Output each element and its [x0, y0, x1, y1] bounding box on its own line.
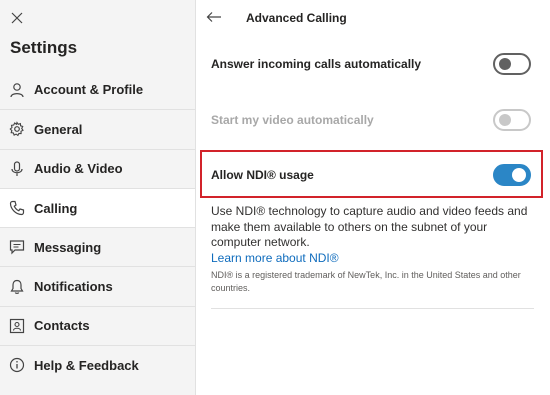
toggle-knob [499, 114, 511, 126]
bell-icon [8, 278, 26, 296]
sidebar-item-help-feedback[interactable]: Help & Feedback [0, 345, 195, 384]
gear-icon [8, 120, 26, 138]
arrow-left-icon [206, 12, 221, 22]
sidebar-item-messaging[interactable]: Messaging [0, 227, 195, 266]
sidebar-item-label: Audio & Video [34, 161, 123, 177]
sidebar-item-general[interactable]: General [0, 109, 195, 148]
page-title: Advanced Calling [246, 11, 347, 25]
sidebar-item-label: Account & Profile [34, 82, 144, 98]
ndi-highlight-box [200, 150, 543, 198]
settings-sidebar: Settings Account & Profile General Audio… [0, 0, 196, 395]
sidebar-item-audio-video[interactable]: Audio & Video [0, 148, 195, 188]
sidebar-item-label: Calling [34, 200, 78, 216]
learn-more-ndi-link[interactable]: Learn more about NDI® [211, 251, 339, 265]
settings-nav: Account & Profile General Audio & Video … [0, 70, 195, 384]
ndi-trademark-note: NDI® is a registered trademark of NewTek… [211, 270, 521, 293]
chat-icon [8, 238, 26, 256]
sidebar-item-notifications[interactable]: Notifications [0, 266, 195, 305]
sidebar-item-label: Messaging [34, 239, 102, 255]
answer-incoming-label: Answer incoming calls automatically [211, 57, 422, 71]
sidebar-item-contacts[interactable]: Contacts [0, 305, 195, 345]
sidebar-item-label: Help & Feedback [34, 357, 139, 373]
microphone-icon [8, 160, 26, 178]
sidebar-item-account-profile[interactable]: Account & Profile [0, 70, 195, 109]
contact-card-icon [8, 317, 26, 335]
phone-icon [8, 199, 26, 217]
info-icon [8, 356, 26, 374]
sidebar-item-label: General [34, 121, 83, 137]
answer-incoming-setting: Answer incoming calls automatically [211, 53, 531, 75]
start-video-label: Start my video automatically [211, 113, 374, 127]
close-icon [11, 12, 23, 24]
answer-incoming-toggle[interactable] [493, 53, 531, 75]
sidebar-item-label: Contacts [34, 318, 90, 334]
person-icon [8, 81, 26, 99]
back-button[interactable] [205, 8, 223, 26]
start-video-setting: Start my video automatically [211, 109, 531, 131]
sidebar-item-label: Notifications [34, 279, 113, 295]
sidebar-title: Settings [10, 38, 78, 57]
sidebar-item-calling[interactable]: Calling [0, 187, 195, 228]
start-video-toggle[interactable] [493, 109, 531, 131]
close-button[interactable] [6, 8, 28, 28]
section-divider [211, 308, 534, 309]
ndi-description: Use NDI® technology to capture audio and… [211, 204, 528, 249]
toggle-knob [499, 58, 511, 70]
